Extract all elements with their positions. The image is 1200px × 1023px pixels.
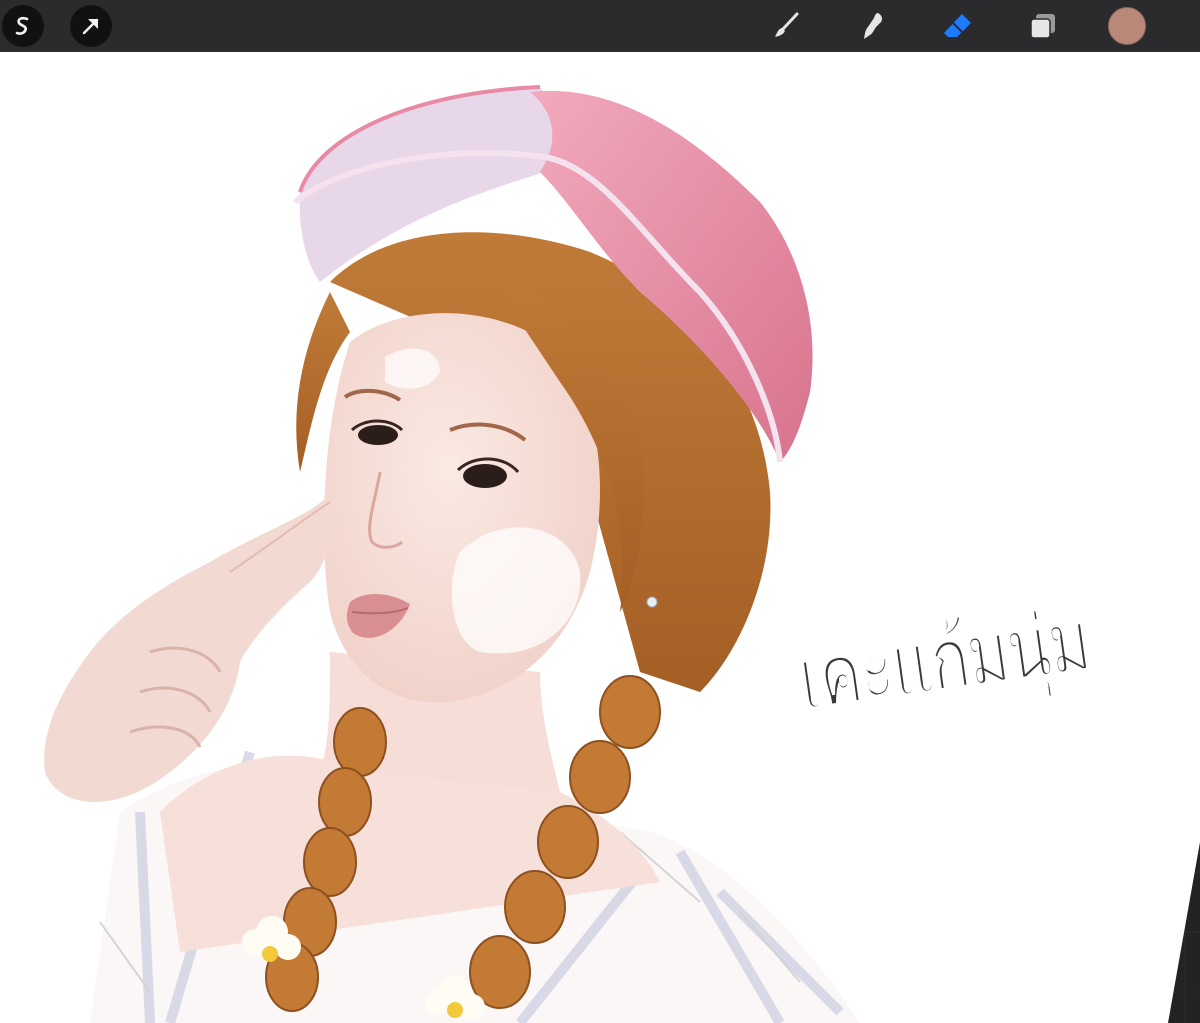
brush-icon xyxy=(775,12,799,37)
color-button[interactable] xyxy=(1106,5,1148,47)
eraser-icon xyxy=(944,14,971,37)
eraser-button[interactable] xyxy=(937,5,979,47)
portrait-artwork xyxy=(44,85,860,1023)
smudge-icon xyxy=(864,13,882,39)
selection-button[interactable] xyxy=(70,5,112,47)
layers-button[interactable] xyxy=(1022,5,1064,47)
smudge-button[interactable] xyxy=(852,5,894,47)
selection-arrow-icon xyxy=(82,18,99,35)
brush-button[interactable] xyxy=(766,5,808,47)
modify-s-icon xyxy=(15,16,29,35)
canvas-area[interactable]: เคะแก้มนุ่ม xyxy=(0,52,1200,1023)
drawing-paper[interactable]: เคะแก้มนุ่ม xyxy=(0,52,1200,1023)
modify-button[interactable] xyxy=(2,5,44,47)
layers-icon xyxy=(1030,14,1055,39)
top-toolbar xyxy=(0,0,1200,52)
color-swatch-icon xyxy=(1108,7,1146,45)
